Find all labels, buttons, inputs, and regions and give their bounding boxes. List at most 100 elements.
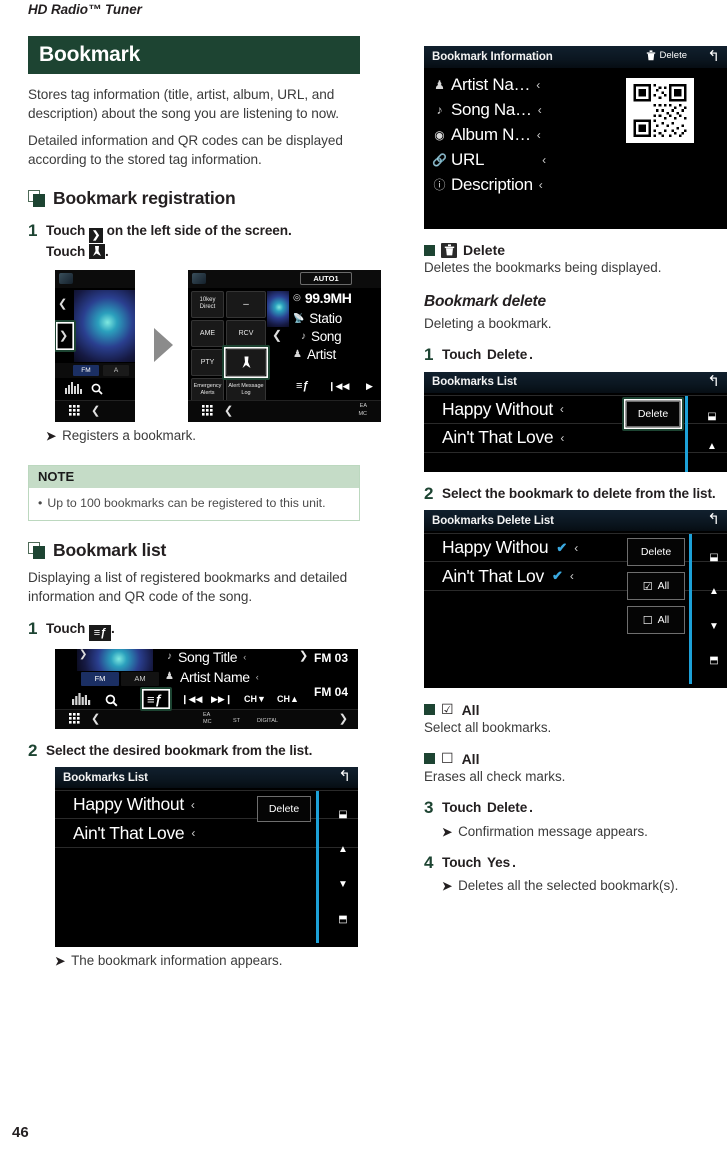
row-checkbox[interactable]: ✔ (552, 568, 563, 584)
station-icon: 📡 (293, 312, 305, 323)
scroll-chevron-icon[interactable]: ‹ (539, 178, 543, 192)
scroll-chevron-icon[interactable]: ‹ (536, 78, 540, 92)
scroll-up-icon[interactable]: ▲ (709, 587, 719, 597)
apps-grid-icon[interactable] (69, 712, 80, 724)
scroll-chevron-icon[interactable]: ‹ (570, 569, 574, 583)
open-panel-chevron[interactable]: ❯ (79, 649, 87, 660)
list-item[interactable]: Happy Without ‹ (55, 790, 358, 820)
delete-button[interactable]: Delete (257, 796, 311, 823)
scroll-top-icon[interactable]: ⬓ (709, 552, 718, 563)
apps-grid-icon[interactable] (69, 404, 80, 416)
info-row-label: Artist Na… (451, 74, 531, 94)
list-item[interactable]: Ain't That Love ‹ (55, 819, 358, 849)
scroll-bottom-icon[interactable]: ⬒ (338, 914, 347, 925)
equalizer-icon[interactable] (72, 692, 92, 707)
list-item[interactable]: Happy Without ‹ (424, 394, 727, 424)
scroll-controls[interactable]: ⬓ ▲ (697, 396, 727, 468)
section-bookmark-list: Bookmark list (28, 540, 360, 561)
song-label: Song (311, 328, 342, 344)
band-fm-button[interactable]: FM (73, 364, 99, 376)
btn-pty[interactable]: PTY (191, 348, 224, 376)
band-am-button[interactable]: AM (121, 671, 159, 686)
open-left-panel-chevron[interactable]: ❯ (59, 329, 68, 342)
btn-bookmark[interactable] (226, 348, 266, 376)
collapse-panel-chevron[interactable]: ❮ (272, 328, 282, 342)
delete-button[interactable]: Delete (626, 400, 680, 427)
preset-fm04-button[interactable]: FM 04 (314, 685, 348, 699)
manual-page: HD Radio™ Tuner Bookmark Stores tag info… (0, 0, 728, 1155)
delete-button[interactable]: Delete (646, 50, 687, 61)
ch-up-button[interactable]: CH▲ (277, 694, 299, 704)
next-track-icon[interactable]: ▶ (366, 381, 373, 392)
info-row-description[interactable]: ⓘ Description ‹ (424, 172, 727, 197)
info-row-url[interactable]: 🔗 URL ‹ (424, 147, 727, 172)
btn-ame[interactable]: AME (191, 319, 224, 347)
prev-track-icon[interactable]: ❙◀◀ (181, 694, 202, 705)
next-track-icon[interactable]: ▶▶❙ (211, 694, 232, 705)
preset-fm03-button[interactable]: FM 03 (314, 651, 348, 665)
list-item[interactable]: Ain't That Love ‹ (424, 424, 727, 453)
scroll-top-icon[interactable]: ⬓ (338, 809, 347, 820)
scroll-chevron-icon[interactable]: ‹ (542, 153, 546, 167)
scroll-up-icon[interactable]: ▲ (338, 844, 348, 855)
prev-track-icon[interactable]: ❙◀◀ (328, 381, 349, 392)
apps-grid-icon[interactable] (202, 404, 213, 416)
next-page-chevron[interactable]: ❯ (339, 712, 348, 725)
delete-button[interactable]: Delete (627, 538, 685, 567)
btn-10key-direct[interactable]: 10key Direct (191, 290, 224, 318)
step-text: Touch Delete. (442, 799, 533, 818)
check-all-button[interactable]: ☑ All (627, 572, 685, 601)
scroll-down-icon[interactable]: ▼ (338, 879, 348, 890)
btn-dash[interactable]: – (226, 290, 266, 318)
expand-right-chevron[interactable]: ❯ (299, 649, 308, 662)
bullet-description: Erases all check marks. (424, 769, 566, 785)
artist-scroll-chevron[interactable]: ‹ (256, 672, 259, 682)
search-icon[interactable] (105, 694, 118, 707)
row-checkbox[interactable]: ✔ (556, 540, 567, 556)
bullet-description: Deletes the bookmarks being displayed. (424, 260, 662, 275)
info-list-icon[interactable]: ≡ƒ (296, 380, 309, 392)
back-arrow-icon[interactable]: ↰ (707, 373, 720, 390)
back-chevron-icon[interactable]: ❮ (224, 404, 233, 417)
ch-down-button[interactable]: CH▼ (244, 694, 266, 704)
back-arrow-icon[interactable]: ↰ (338, 769, 351, 785)
scroll-top-icon[interactable]: ⬓ (707, 411, 716, 422)
scroll-chevron-icon[interactable]: ‹ (560, 431, 564, 445)
result-arrow-icon: ➤ (55, 954, 66, 969)
scrollbar-track[interactable] (689, 534, 692, 685)
bookmark-song-title: Ain't That Love (73, 822, 185, 843)
frequency-value: 99.9MH (304, 289, 352, 306)
auto1-button[interactable]: AUTO1 (300, 271, 352, 285)
info-list-icon[interactable]: ≡ƒ (147, 692, 162, 707)
back-arrow-icon[interactable]: ↰ (707, 49, 720, 65)
band-am-button[interactable]: A (103, 364, 129, 376)
equalizer-icon[interactable] (65, 381, 83, 396)
scrollbar-track[interactable] (685, 395, 688, 472)
scroll-controls[interactable]: ⬓ ▲ ▼ ⬒ (701, 534, 727, 684)
back-chevron-icon[interactable]: ❮ (91, 404, 100, 417)
step-text-middle: on the left side of the screen. (106, 223, 292, 239)
bullet-label: All (461, 750, 480, 767)
scroll-chevron-icon[interactable]: ‹ (574, 541, 578, 555)
scroll-controls[interactable]: ⬓ ▲ ▼ ⬒ (328, 791, 358, 943)
scrollbar-track[interactable] (316, 791, 319, 944)
scroll-chevron-icon[interactable]: ‹ (537, 128, 541, 142)
uncheck-all-button[interactable]: ☐ All (627, 606, 685, 635)
btn-rcv[interactable]: RCV (226, 319, 266, 347)
scroll-down-icon[interactable]: ▼ (709, 621, 719, 632)
scroll-chevron-icon[interactable]: ‹ (538, 103, 542, 117)
scroll-chevron-icon[interactable]: ‹ (191, 826, 195, 840)
scroll-up-icon[interactable]: ▲ (707, 441, 717, 452)
scroll-chevron-icon[interactable]: ‹ (560, 402, 564, 416)
prev-chevron-icon[interactable]: ❮ (58, 297, 67, 310)
back-arrow-icon[interactable]: ↰ (707, 512, 720, 528)
back-chevron-icon[interactable]: ❮ (91, 712, 100, 725)
scroll-bottom-icon[interactable]: ⬒ (709, 656, 718, 666)
search-icon[interactable] (91, 383, 103, 395)
step-number: 1 (28, 618, 38, 638)
scroll-chevron-icon[interactable]: ‹ (191, 798, 195, 812)
artist-icon: ♟ (165, 671, 174, 683)
band-fm-button[interactable]: FM (81, 671, 119, 686)
ea-indicator: EA (203, 711, 211, 718)
song-scroll-chevron[interactable]: ‹ (243, 652, 246, 662)
